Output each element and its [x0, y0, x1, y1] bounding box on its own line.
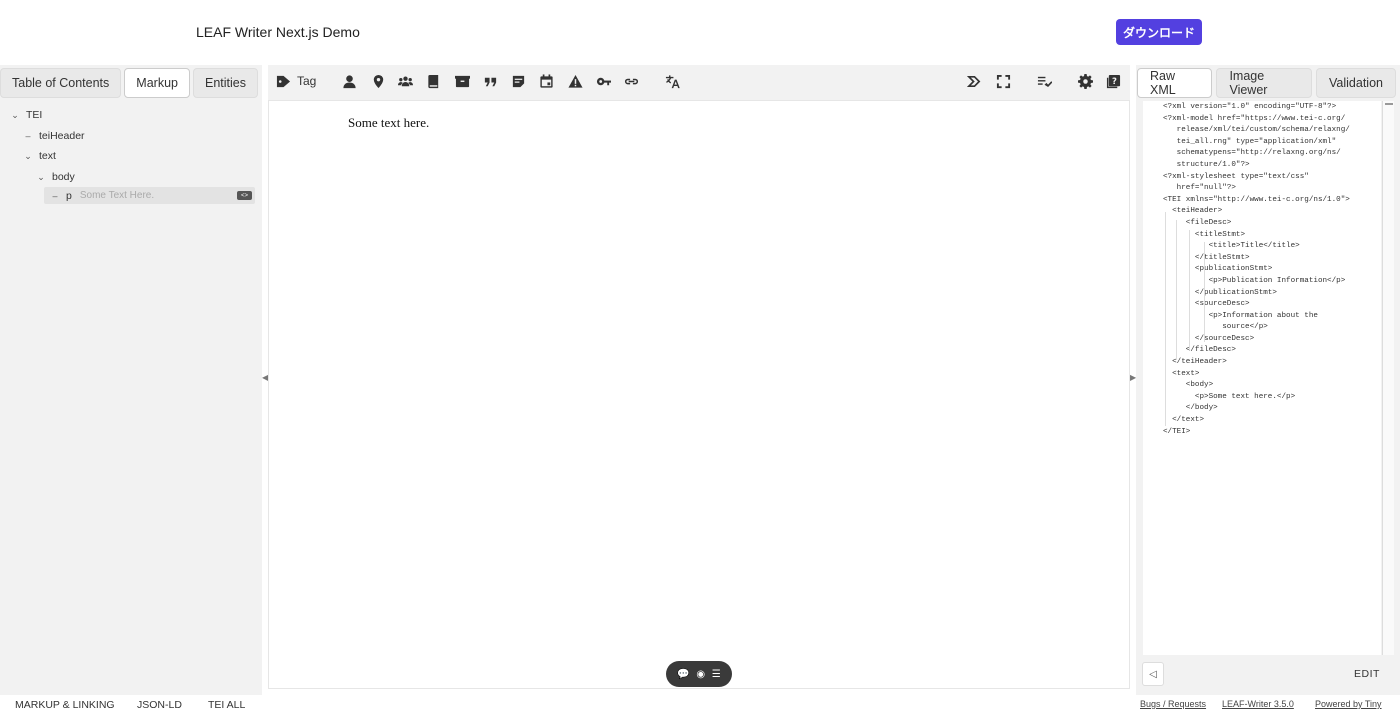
share-icon[interactable]: ◁: [1142, 662, 1164, 686]
tree-node-body[interactable]: ⌄ body: [36, 169, 75, 185]
tree-node-label: text: [39, 150, 56, 162]
chevron-down-icon[interactable]: ⌄: [23, 151, 33, 162]
tab-markup[interactable]: Markup: [124, 68, 190, 98]
dash-icon: –: [52, 190, 58, 201]
xml-line: <text>: [1163, 369, 1200, 378]
footer-json-ld[interactable]: JSON-LD: [137, 699, 182, 711]
xml-line: </TEI>: [1163, 427, 1191, 436]
xml-line: structure/1.0"?>: [1163, 160, 1250, 169]
tab-image-viewer[interactable]: Image Viewer: [1216, 68, 1313, 98]
link-icon[interactable]: [623, 73, 639, 89]
help-icon[interactable]: ?: [1105, 73, 1121, 89]
validate-icon[interactable]: [1036, 73, 1052, 89]
footer-mode[interactable]: MARKUP & LINKING: [15, 699, 115, 711]
xml-line: <fileDesc>: [1163, 218, 1232, 227]
tree-node-teiheader[interactable]: – teiHeader: [23, 128, 85, 144]
xml-line: source</p>: [1163, 323, 1268, 332]
book-icon[interactable]: [425, 73, 441, 89]
status-bar: MARKUP & LINKING JSON-LD TEI ALL Bugs / …: [0, 695, 1400, 712]
tab-validation[interactable]: Validation: [1316, 68, 1396, 98]
editor-floating-toolbar: 💬 ◉ ☰: [666, 661, 732, 687]
xml-line: <?xml version="1.0" encoding="UTF-8"?>: [1163, 103, 1337, 111]
flow-icon[interactable]: [966, 73, 982, 89]
right-tabs: Raw XML Image Viewer Validation: [1137, 68, 1400, 98]
footer-link-bugs[interactable]: Bugs / Requests: [1140, 699, 1206, 709]
note-icon[interactable]: [510, 73, 526, 89]
organization-icon[interactable]: [397, 73, 413, 89]
thing-icon[interactable]: [454, 73, 470, 89]
xml-line: <body>: [1163, 381, 1214, 390]
tree-node-label: teiHeader: [39, 130, 85, 142]
xml-line: <teiHeader>: [1163, 207, 1223, 216]
xml-line: <p>Some text here.</p>: [1163, 392, 1296, 401]
warning-icon[interactable]: [567, 73, 583, 89]
xml-line: <TEI xmlns="http://www.tei-c.org/ns/1.0"…: [1163, 195, 1350, 204]
indent-guide: [1176, 220, 1177, 360]
footer-schema[interactable]: TEI ALL: [208, 699, 245, 711]
download-button[interactable]: ダウンロード: [1116, 19, 1202, 45]
left-tabs: Table of Contents Markup Entities: [0, 68, 261, 98]
xml-line: <sourceDesc>: [1163, 300, 1250, 309]
date-icon[interactable]: [538, 73, 554, 89]
left-panel: Table of Contents Markup Entities ⌄ TEI …: [0, 65, 262, 695]
app-header: LEAF Writer Next.js Demo ダウンロード: [0, 0, 1400, 65]
svg-text:?: ?: [1111, 75, 1116, 85]
xml-line: </body>: [1163, 404, 1218, 413]
editor-area[interactable]: Some text here.: [268, 100, 1130, 689]
tree-node-label: TEI: [26, 109, 43, 121]
xml-line: <titleStmt>: [1163, 230, 1246, 239]
xml-line: </publicationStmt>: [1163, 288, 1277, 297]
xml-line: <publicationStmt>: [1163, 265, 1273, 274]
raw-xml-viewer[interactable]: <?xml version="1.0" encoding="UTF-8"?> <…: [1143, 101, 1381, 655]
xml-line: tei_all.rng" type="application/xml": [1163, 137, 1337, 146]
footer-link-tiny[interactable]: Powered by Tiny: [1315, 699, 1382, 709]
xml-line: <?xml-stylesheet type="text/css": [1163, 172, 1309, 181]
menu-icon[interactable]: ☰: [712, 669, 721, 680]
xml-line: </text>: [1163, 416, 1205, 425]
tree-node-preview: Some Text Here.: [79, 190, 155, 201]
place-icon[interactable]: [370, 73, 386, 89]
tab-raw-xml[interactable]: Raw XML: [1137, 68, 1213, 98]
tree-node-tei[interactable]: ⌄ TEI: [10, 107, 42, 123]
xml-line: </teiHeader>: [1163, 358, 1227, 367]
translate-icon[interactable]: [664, 73, 680, 89]
comment-icon[interactable]: 💬: [677, 669, 689, 680]
tag-icon[interactable]: [275, 73, 291, 89]
tree-node-label: p: [66, 189, 72, 202]
settings-icon[interactable]: [1077, 73, 1093, 89]
xml-line: <?xml-model href="https://www.tei-c.org/: [1163, 114, 1346, 123]
xml-line: </sourceDesc>: [1163, 334, 1255, 343]
editor-paragraph[interactable]: Some text here.: [348, 115, 429, 131]
quote-icon[interactable]: [482, 73, 498, 89]
indent-guide: [1165, 212, 1166, 426]
dash-icon: –: [25, 131, 31, 141]
tag-button-label[interactable]: Tag: [297, 74, 316, 88]
xml-line: </titleStmt>: [1163, 253, 1250, 262]
tree-node-label: body: [52, 171, 75, 183]
xml-line: <p>Information about the: [1163, 311, 1318, 320]
code-icon[interactable]: <>: [237, 191, 252, 200]
tree-node-p[interactable]: – p Some Text Here. <>: [44, 187, 255, 204]
xml-line: <title>Title</title>: [1163, 242, 1300, 251]
xml-line: <p>Publication Information</p>: [1163, 276, 1346, 285]
fullscreen-icon[interactable]: [995, 73, 1011, 89]
indent-guide: [1204, 242, 1205, 342]
toggle-icon[interactable]: ◉: [696, 669, 705, 680]
edit-xml-button[interactable]: EDIT: [1354, 668, 1380, 680]
xml-line: release/xml/tei/custom/schema/relaxng/: [1163, 126, 1350, 135]
xml-line: href="null"?>: [1163, 184, 1236, 193]
tree-node-text[interactable]: ⌄ text: [23, 148, 56, 164]
tab-entities[interactable]: Entities: [192, 68, 258, 98]
xml-line: </fileDesc>: [1163, 346, 1236, 355]
key-icon[interactable]: [595, 73, 611, 89]
xml-scrollbar[interactable]: [1382, 101, 1394, 655]
footer-link-version[interactable]: LEAF-Writer 3.5.0: [1222, 699, 1294, 709]
chevron-down-icon[interactable]: ⌄: [36, 172, 46, 183]
app-title: LEAF Writer Next.js Demo: [196, 24, 360, 40]
indent-guide: [1189, 230, 1190, 350]
tab-table-of-contents[interactable]: Table of Contents: [0, 68, 122, 98]
person-icon[interactable]: [341, 73, 357, 89]
chevron-down-icon[interactable]: ⌄: [10, 110, 20, 121]
xml-line: schematypens="http://relaxng.org/ns/: [1163, 149, 1341, 158]
